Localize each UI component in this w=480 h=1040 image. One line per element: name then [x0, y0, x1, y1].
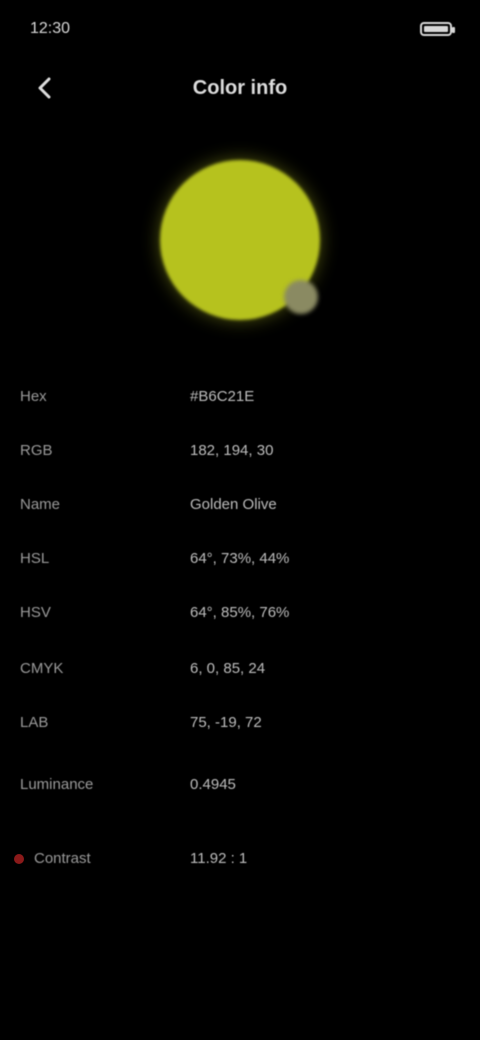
- property-row-hsv[interactable]: HSV 64°, 85%, 76%: [0, 594, 480, 634]
- property-value[interactable]: 182, 194, 30: [190, 440, 450, 462]
- property-value[interactable]: 64°, 73%, 44%: [190, 548, 450, 570]
- property-row-rgb[interactable]: RGB 182, 194, 30: [0, 432, 480, 472]
- property-label: CMYK: [20, 660, 64, 677]
- status-time: 12:30: [30, 20, 71, 37]
- property-label: RGB: [20, 442, 53, 459]
- property-row-name[interactable]: Name Golden Olive: [0, 486, 480, 526]
- property-value[interactable]: 11.92 : 1: [190, 848, 450, 870]
- edit-icon[interactable]: [284, 280, 318, 314]
- property-label: Name: [20, 496, 61, 513]
- property-value[interactable]: 64°, 85%, 76%: [190, 602, 450, 624]
- arrow-back-icon[interactable]: [26, 68, 66, 108]
- battery-level: [424, 26, 448, 32]
- property-row-luminance[interactable]: Luminance 0.4945: [0, 766, 480, 806]
- screen: 12:30 Color info Hex #B6C21E RGB 182, 19…: [0, 0, 480, 1040]
- property-row-hex[interactable]: Hex #B6C21E: [0, 378, 480, 418]
- header: Color info: [0, 60, 480, 120]
- warning-dot-icon: [14, 854, 24, 864]
- property-row-lab[interactable]: LAB 75, -19, 72: [0, 704, 480, 744]
- property-row-contrast[interactable]: Contrast 11.92 : 1: [0, 840, 480, 880]
- property-label: HSL: [20, 550, 50, 567]
- page-title: Color info: [192, 77, 288, 99]
- property-value[interactable]: #B6C21E: [190, 386, 450, 408]
- property-value[interactable]: 0.4945: [190, 774, 450, 796]
- status-icons: [382, 16, 455, 42]
- property-row-cmyk[interactable]: CMYK 6, 0, 85, 24: [0, 650, 480, 690]
- property-value[interactable]: 75, -19, 72: [190, 712, 450, 734]
- property-label: LAB: [20, 714, 49, 731]
- status-bar: 12:30: [0, 0, 480, 60]
- battery-icon: [420, 22, 455, 36]
- property-value[interactable]: 6, 0, 85, 24: [190, 658, 450, 680]
- property-value[interactable]: Golden Olive: [190, 494, 450, 516]
- property-label: Hex: [20, 388, 47, 405]
- property-label: Luminance: [20, 776, 94, 793]
- property-row-hsl[interactable]: HSL 64°, 73%, 44%: [0, 540, 480, 580]
- color-swatch-container[interactable]: [160, 160, 320, 320]
- property-label: Contrast: [34, 850, 91, 867]
- property-label: HSV: [20, 604, 51, 621]
